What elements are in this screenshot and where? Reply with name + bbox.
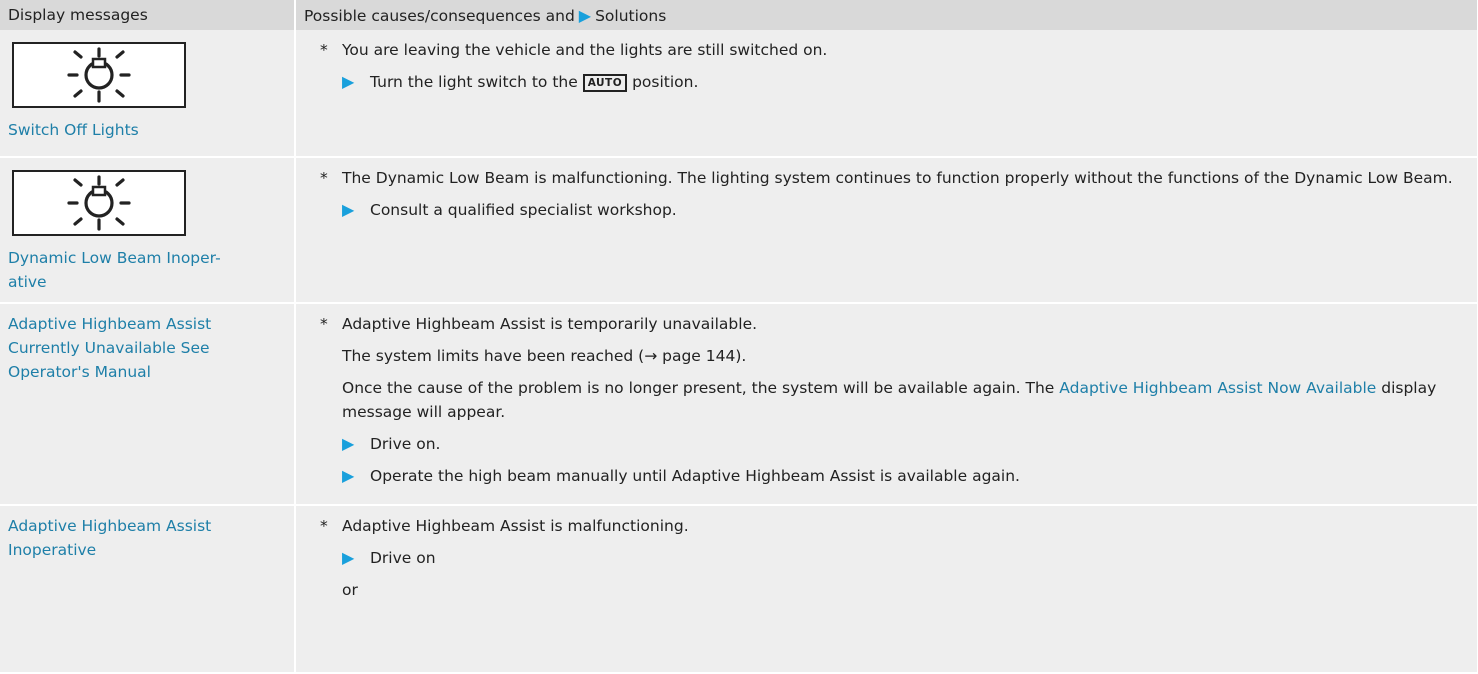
message-cell: Dynamic Low Beam Inoper- ative [0, 157, 296, 304]
message-cell: Switch Off Lights [0, 30, 296, 158]
asterisk: * [320, 169, 328, 187]
system-limits-text[interactable]: The system limits have been reached (→ p… [342, 347, 746, 365]
message-highbeam-now-available-link[interactable]: Adaptive Highbeam Assist Now Available [1059, 379, 1376, 397]
solution-text-after: position. [632, 73, 699, 91]
message-highbeam-inoperative-line2[interactable]: Inoperative [8, 538, 286, 562]
solution-line: ▶ Drive on [342, 546, 1457, 570]
auto-key-icon: AUTO [582, 74, 628, 92]
availability-text-before: Once the cause of the problem is no long… [342, 379, 1055, 397]
light-bulb-icon [12, 170, 186, 236]
solution-arrow-icon: ▶ [342, 466, 355, 485]
solution-text: Drive on. [370, 435, 441, 453]
table-row: Dynamic Low Beam Inoper- ative * The Dyn… [0, 157, 1478, 304]
message-dynamic-low-beam-line1[interactable]: Dynamic Low Beam Inoper- [8, 246, 286, 270]
availability-paragraph: Once the cause of the problem is no long… [342, 376, 1457, 424]
or-text: or [342, 581, 358, 599]
light-bulb-icon [12, 42, 186, 108]
causes-cell: * Adaptive Highbeam Assist is malfunctio… [295, 505, 1478, 674]
causes-cell: * You are leaving the vehicle and the li… [295, 30, 1478, 158]
message-dynamic-low-beam-line2[interactable]: ative [8, 270, 286, 294]
system-limits-paragraph: The system limits have been reached (→ p… [342, 344, 1457, 368]
solution-arrow-icon: ▶ [342, 434, 355, 453]
cause-line: * Adaptive Highbeam Assist is malfunctio… [320, 514, 1457, 538]
cause-line: * Adaptive Highbeam Assist is temporaril… [320, 312, 1457, 336]
header-causes-label: Possible causes/consequences and [304, 6, 575, 25]
solution-arrow-icon: ▶ [578, 5, 592, 25]
solution-text: Turn the light switch to the AUTO positi… [370, 70, 698, 94]
causes-cell: * The Dynamic Low Beam is malfunctioning… [295, 157, 1478, 304]
header-display-messages: Display messages [0, 0, 296, 30]
solution-text: Drive on [370, 549, 436, 567]
solution-line: ▶ Operate the high beam manually until A… [342, 464, 1457, 488]
table-row: Switch Off Lights * You are leaving the … [0, 30, 1478, 158]
message-highbeam-unavailable-line3[interactable]: Operator's Manual [8, 360, 286, 384]
asterisk: * [320, 517, 328, 535]
solution-arrow-icon: ▶ [342, 548, 355, 567]
message-cell: Adaptive Highbeam Assist Inoperative [0, 505, 296, 674]
asterisk: * [320, 41, 328, 59]
message-switch-off-lights[interactable]: Switch Off Lights [8, 118, 286, 142]
solution-arrow-icon: ▶ [342, 72, 355, 91]
solution-line: ▶ Drive on. [342, 432, 1457, 456]
message-highbeam-unavailable-line2[interactable]: Currently Unavailable See [8, 336, 286, 360]
message-cell: Adaptive Highbeam Assist Currently Unava… [0, 303, 296, 506]
cause-text: The Dynamic Low Beam is malfunctioning. … [342, 169, 1453, 187]
cause-text: Adaptive Highbeam Assist is malfunctioni… [342, 517, 689, 535]
causes-cell: * Adaptive Highbeam Assist is temporaril… [295, 303, 1478, 506]
solution-line: ▶ Turn the light switch to the AUTO posi… [342, 70, 1457, 94]
cause-line: * You are leaving the vehicle and the li… [320, 38, 1457, 62]
solution-arrow-icon: ▶ [342, 200, 355, 219]
table-row: Adaptive Highbeam Assist Inoperative * A… [0, 505, 1478, 674]
table-row: Adaptive Highbeam Assist Currently Unava… [0, 303, 1478, 506]
message-highbeam-inoperative-line1[interactable]: Adaptive Highbeam Assist [8, 514, 286, 538]
solution-text-before: Turn the light switch to the [370, 73, 578, 91]
display-messages-table: Display messages Possible causes/consequ… [0, 0, 1478, 674]
page: Display messages Possible causes/consequ… [0, 0, 1478, 674]
asterisk: * [320, 315, 328, 333]
header-causes-solutions: Possible causes/consequences and ▶ Solutio… [295, 0, 1478, 30]
cause-text: You are leaving the vehicle and the ligh… [342, 41, 828, 59]
cause-text: Adaptive Highbeam Assist is temporarily … [342, 315, 758, 333]
table-header-row: Display messages Possible causes/consequ… [0, 0, 1478, 30]
cause-line: * The Dynamic Low Beam is malfunctioning… [320, 166, 1457, 190]
solution-line: ▶ Consult a qualified specialist worksho… [342, 198, 1457, 222]
message-highbeam-unavailable-line1[interactable]: Adaptive Highbeam Assist [8, 312, 286, 336]
solution-text: Consult a qualified specialist workshop. [370, 201, 677, 219]
solution-text: Operate the high beam manually until Ada… [370, 467, 1020, 485]
header-solutions-label: Solutions [595, 6, 667, 25]
